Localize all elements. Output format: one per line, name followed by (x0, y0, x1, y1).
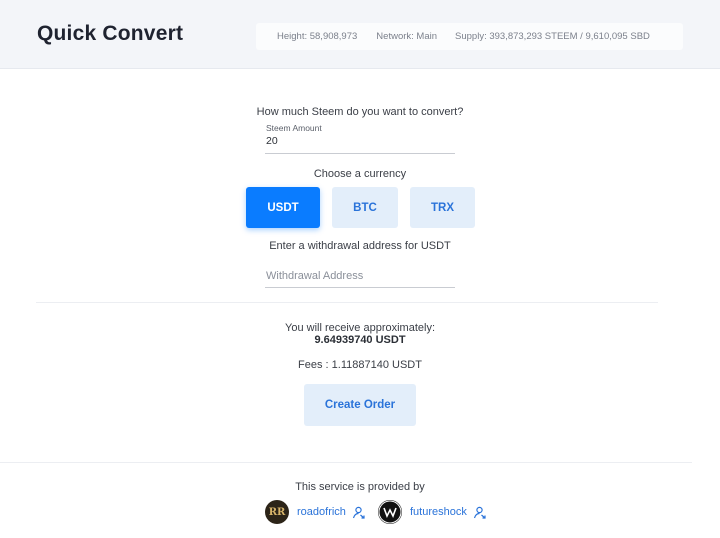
supply-label: Supply: 393,873,293 STEEM / 9,610,095 SB… (455, 31, 650, 42)
withdrawal-address-label: Enter a withdrawal address for USDT (269, 240, 451, 252)
futureshock-avatar (378, 500, 402, 524)
receive-label: You will receive approximately: (285, 322, 435, 334)
provided-by-label: This service is provided by (295, 481, 425, 493)
roadofrich-avatar-text: RR (268, 506, 286, 518)
amount-question: How much Steem do you want to convert? (256, 106, 464, 118)
header: Quick Convert Height: 58,908,973 Network… (0, 0, 720, 69)
receive-amount: 9.64939740 USDT (314, 334, 406, 346)
provider-roadofrich[interactable]: RR roadofrich (265, 500, 365, 524)
network-label: Network: Main (376, 31, 438, 42)
provider-link-futureshock[interactable]: futureshock (410, 506, 467, 518)
page-title: Quick Convert (37, 22, 184, 45)
fees-label: Fees : 1.11887140 USDT (298, 359, 422, 371)
block-height: Height: 58,908,973 (277, 31, 358, 42)
currency-btc-button[interactable]: BTC (332, 187, 398, 228)
currency-trx-button[interactable]: TRX (410, 187, 475, 228)
chain-stats-bar: Height: 58,908,973 Network: Main Supply:… (256, 23, 683, 50)
steem-amount-label: Steem Amount (266, 123, 322, 133)
steem-amount-input[interactable]: 20 (266, 135, 278, 147)
steem-amount-field[interactable]: Steem Amount 20 (265, 122, 455, 154)
provider-link-roadofrich[interactable]: roadofrich (297, 506, 346, 518)
withdrawal-address-input[interactable] (265, 264, 455, 288)
provider-futureshock[interactable]: futureshock (378, 500, 486, 524)
footer-divider (0, 462, 692, 463)
currency-usdt-button[interactable]: USDT (246, 187, 320, 228)
external-link-icon[interactable] (473, 506, 486, 519)
choose-currency-label: Choose a currency (313, 168, 407, 180)
create-order-button[interactable]: Create Order (304, 384, 416, 426)
roadofrich-avatar: RR (265, 500, 289, 524)
section-divider (36, 302, 658, 303)
external-link-icon[interactable] (352, 506, 365, 519)
